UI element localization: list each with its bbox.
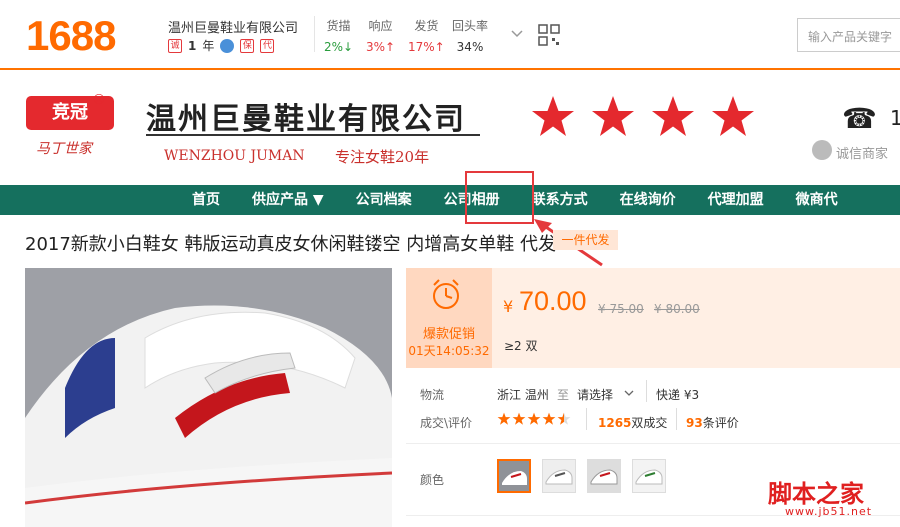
site-logo[interactable]: 1688 [26, 12, 116, 60]
color-swatch[interactable] [542, 459, 576, 493]
logistics-label: 物流 [420, 388, 445, 402]
color-swatch[interactable] [587, 459, 621, 493]
deal-label: 成交\评价 [420, 416, 473, 430]
deal-count-link[interactable]: 1265双成交 [598, 414, 667, 431]
stat-label: 货描 [326, 19, 351, 33]
star-icon [512, 412, 526, 425]
chevron-down-icon[interactable] [624, 386, 634, 400]
old-price: ¥ 75.00 [598, 302, 644, 316]
divider [646, 380, 647, 402]
search-input[interactable]: 输入产品关键字 [797, 18, 900, 52]
star-icon [652, 96, 694, 136]
logistics-to: 至 [557, 388, 570, 402]
old-price: ¥ 80.00 [654, 302, 700, 316]
dropship-tag: 一件代发 [553, 230, 618, 250]
review-count-link[interactable]: 93条评价 [686, 414, 739, 431]
top-bar: 1688 温州巨曼鞋业有限公司 诚 1 年 保 代 货描 2%↓ 响应 3%↑ … [0, 0, 900, 70]
stat-label: 响应 [368, 19, 393, 33]
stat-value: 2%↓ [324, 40, 354, 54]
stat-label: 发货 [414, 19, 439, 33]
registered-mark: ® [92, 92, 106, 108]
stat-description: 货描 2%↓ [324, 17, 353, 54]
shop-english-name: WENZHOU JUMAN [164, 148, 305, 164]
divider [586, 408, 587, 430]
watermark: 脚本之家 [768, 479, 864, 508]
dropship-icon: 代 [260, 38, 275, 53]
stat-value: 17%↑ [408, 40, 445, 54]
rating-stars [530, 94, 756, 140]
verified-icon [220, 38, 235, 53]
shipping-fee: 快递 ¥3 [656, 388, 700, 402]
star-icon [532, 96, 574, 136]
destination-select[interactable]: 请选择 [577, 386, 613, 403]
color-label: 颜色 [420, 473, 445, 487]
years-unit: 年 [202, 39, 215, 53]
review-count: 93 [686, 416, 703, 430]
phone-icon: ☎ [842, 102, 877, 135]
color-swatch-selected[interactable] [497, 459, 531, 493]
star-icon [542, 412, 556, 425]
star-icon [592, 96, 634, 136]
deal-count: 1265 [598, 416, 632, 430]
shop-banner: 竞冠 ® 马丁世家 温州巨曼鞋业有限公司 WENZHOU JUMAN 专注女鞋2… [0, 72, 900, 185]
credit-label: 诚信商家 [836, 147, 889, 162]
star-icon [497, 412, 511, 425]
company-badges: 诚 1 年 保 代 [168, 37, 275, 54]
nav-agency[interactable]: 代理加盟 [692, 185, 780, 215]
stat-response: 响应 3%↑ [366, 17, 395, 54]
product-title: 2017新款小白鞋女 韩版运动真皮女休闲鞋镂空 内增高女单鞋 代发 [25, 234, 556, 255]
divider [406, 443, 900, 444]
product-image[interactable] [25, 268, 392, 527]
stat-value: 3%↑ [366, 40, 396, 54]
review-suffix: 条评价 [702, 416, 739, 430]
qr-code-icon[interactable] [538, 24, 560, 46]
nav-products[interactable]: 供应产品 ▼ [236, 185, 340, 215]
nav-wechat-agent[interactable]: 微商代 [780, 185, 854, 215]
deal-suffix: 双成交 [631, 416, 668, 430]
divider [676, 408, 677, 430]
stat-shipping: 发货 17%↑ [408, 17, 445, 54]
stat-value: 34% [456, 40, 484, 54]
rating-stars [497, 412, 571, 426]
star-icon [527, 412, 541, 425]
stat-label: 回头率 [452, 19, 489, 33]
credit-icon [812, 140, 832, 160]
shop-tagline: 专注女鞋20年 [335, 148, 430, 166]
star-icon [557, 412, 571, 425]
brand-subtitle: 马丁世家 [36, 141, 92, 157]
star-icon [712, 96, 754, 136]
guarantee-icon: 保 [240, 38, 255, 53]
years-count: 1 [188, 38, 197, 53]
promo-countdown: 01天14:05:32 [408, 344, 490, 358]
shop-nav: 首页 供应产品 ▼ 公司档案 公司相册 联系方式 在线询价 代理加盟 微商代 [0, 185, 900, 215]
phone-number: 1 [890, 106, 900, 130]
price: 70.00 [519, 286, 587, 316]
nav-inquiry[interactable]: 在线询价 [604, 185, 692, 215]
trust-pass-icon: 诚 [168, 38, 182, 53]
watermark-url: www.jb51.net [785, 505, 873, 518]
alarm-clock-icon [433, 279, 459, 309]
logistics-origin: 浙江 温州 [497, 388, 549, 402]
chevron-down-icon[interactable] [510, 28, 524, 42]
divider [314, 16, 315, 52]
price-currency: ¥ [503, 297, 514, 316]
nav-home[interactable]: 首页 [176, 185, 236, 215]
shop-name: 温州巨曼鞋业有限公司 [146, 102, 466, 137]
company-name-link[interactable]: 温州巨曼鞋业有限公司 [168, 17, 298, 36]
color-swatch[interactable] [632, 459, 666, 493]
promo-label: 爆款促销 [422, 327, 475, 342]
min-order-qty: ≥2 双 [504, 339, 538, 353]
nav-company-profile[interactable]: 公司档案 [340, 185, 428, 215]
stat-return-rate: 回头率 34% [452, 17, 488, 54]
highlight-box [465, 171, 534, 224]
divider [146, 134, 480, 136]
